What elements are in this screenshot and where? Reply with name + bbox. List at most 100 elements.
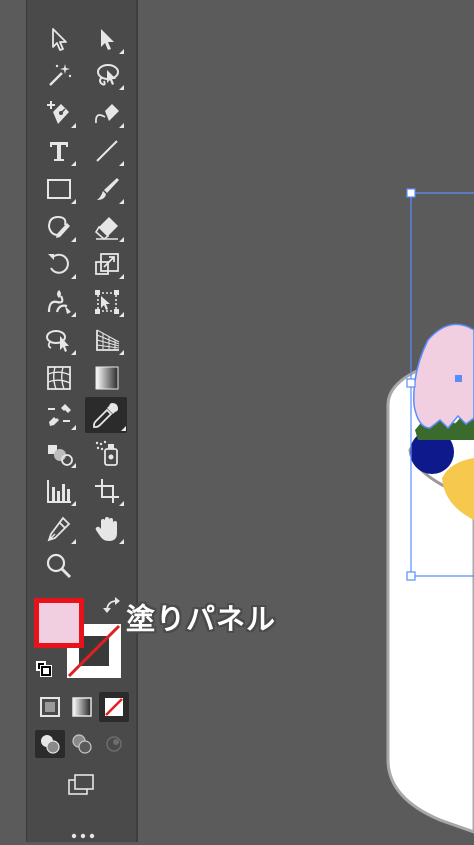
screen-mode-icon	[68, 774, 94, 795]
shape-builder-tool-icon	[46, 330, 69, 352]
tool-flyout-indicator	[71, 350, 76, 355]
spray-can-tool[interactable]	[89, 436, 125, 470]
rotate-tool[interactable]	[41, 247, 77, 281]
color-mode-button[interactable]	[35, 692, 65, 722]
hand-tool-icon	[95, 517, 117, 541]
tool-flyout-indicator	[119, 199, 124, 204]
lasso-tool[interactable]	[89, 58, 125, 92]
slice-tool-icon	[47, 516, 71, 542]
direct-selection-tool-icon	[101, 29, 114, 50]
magic-wand-tool-icon	[49, 64, 72, 86]
gradient-tool[interactable]	[89, 361, 125, 395]
shape-builder-tool[interactable]	[41, 323, 77, 357]
mesh-tool[interactable]	[41, 361, 77, 395]
blend-tool-icon	[48, 404, 71, 426]
symbol-sprayer-tool[interactable]	[41, 436, 77, 470]
selection-tool[interactable]	[41, 22, 77, 56]
edit-toolbar-more-icon[interactable]	[68, 826, 98, 839]
curvature-tool[interactable]	[89, 96, 125, 130]
rectangle-tool-icon	[47, 179, 71, 199]
scale-tool[interactable]	[89, 247, 125, 281]
color-mode-icon	[40, 697, 60, 717]
line-segment-tool[interactable]	[89, 134, 125, 168]
draw-inside-button[interactable]	[99, 730, 129, 758]
spray-can-tool-icon	[95, 440, 118, 466]
draw-normal-button[interactable]	[35, 730, 65, 758]
pen-tool[interactable]	[41, 96, 77, 130]
artboard-canvas[interactable]	[138, 0, 474, 842]
shaper-tool-icon	[48, 215, 70, 238]
type-tool[interactable]	[41, 134, 77, 168]
gradient-tool-icon	[95, 366, 119, 390]
perspective-grid-tool[interactable]	[89, 323, 125, 357]
column-graph-tool[interactable]	[41, 474, 77, 508]
cake-artwork	[386, 188, 474, 834]
rectangle-tool[interactable]	[41, 172, 77, 206]
draw-normal-icon	[41, 735, 60, 754]
direct-selection-tool[interactable]	[89, 22, 125, 56]
swap-fill-stroke-icon[interactable]	[103, 596, 125, 616]
zoom-tool-icon	[46, 553, 72, 579]
paintbrush-tool[interactable]	[89, 172, 125, 206]
tool-flyout-indicator	[119, 539, 124, 544]
zoom-tool[interactable]	[41, 549, 77, 583]
eyedropper-tool[interactable]	[85, 397, 127, 433]
lasso-tool-icon	[97, 64, 119, 86]
tool-flyout-indicator	[119, 501, 124, 506]
gradient-mode-button[interactable]	[67, 692, 97, 722]
tool-flyout-indicator	[119, 350, 124, 355]
default-fill-stroke-icon[interactable]	[36, 661, 52, 677]
curvature-tool-icon	[95, 104, 119, 124]
gradient-mode-icon	[72, 697, 92, 717]
shaper-tool[interactable]	[41, 210, 77, 244]
slice-tool[interactable]	[41, 512, 77, 546]
tool-flyout-indicator	[119, 49, 124, 54]
draw-behind-icon	[72, 734, 92, 754]
eraser-tool-icon	[94, 217, 118, 241]
free-transform-tool[interactable]	[89, 285, 125, 319]
none-mode-button[interactable]	[99, 692, 129, 722]
scale-tool-icon	[95, 253, 119, 275]
tool-flyout-indicator	[119, 274, 124, 279]
tools-panel	[26, 0, 138, 842]
symbol-sprayer-tool-icon	[48, 445, 73, 466]
artboard-tool[interactable]	[89, 474, 125, 508]
perspective-grid-tool-icon	[96, 329, 120, 351]
tool-flyout-indicator	[71, 274, 76, 279]
tool-flyout-indicator	[119, 123, 124, 128]
eyedropper-tool-icon	[93, 403, 118, 428]
tool-flyout-indicator	[119, 312, 124, 317]
tool-flyout-indicator	[119, 161, 124, 166]
rotate-tool-icon	[48, 253, 69, 274]
fill-swatch[interactable]	[34, 598, 84, 648]
warp-tool[interactable]	[41, 285, 77, 319]
free-transform-tool-icon	[95, 290, 119, 314]
none-mode-icon	[105, 698, 123, 716]
line-segment-tool-icon	[96, 140, 118, 162]
tool-flyout-indicator	[71, 161, 76, 166]
tool-flyout-indicator	[121, 426, 126, 431]
tool-flyout-indicator	[71, 425, 76, 430]
tool-flyout-indicator	[71, 123, 76, 128]
paintbrush-tool-icon	[97, 178, 119, 200]
column-graph-tool-icon	[47, 480, 71, 503]
tool-flyout-indicator	[71, 463, 76, 468]
tool-flyout-indicator	[71, 501, 76, 506]
hand-tool[interactable]	[89, 512, 125, 546]
draw-behind-button[interactable]	[67, 730, 97, 758]
tool-flyout-indicator	[71, 199, 76, 204]
blend-tool[interactable]	[41, 398, 77, 432]
tool-flyout-indicator	[119, 237, 124, 242]
tool-flyout-indicator	[119, 85, 124, 90]
strawberry	[413, 323, 474, 430]
tool-flyout-indicator	[71, 312, 76, 317]
change-screen-mode-button[interactable]	[61, 770, 101, 802]
warp-tool-icon	[47, 290, 71, 314]
mesh-tool-icon	[47, 366, 71, 390]
pen-tool-icon	[47, 101, 69, 124]
draw-inside-icon	[106, 736, 122, 752]
magic-wand-tool[interactable]	[41, 58, 77, 92]
type-tool-icon	[50, 142, 68, 161]
eraser-tool[interactable]	[89, 210, 125, 244]
tool-flyout-indicator	[71, 237, 76, 242]
